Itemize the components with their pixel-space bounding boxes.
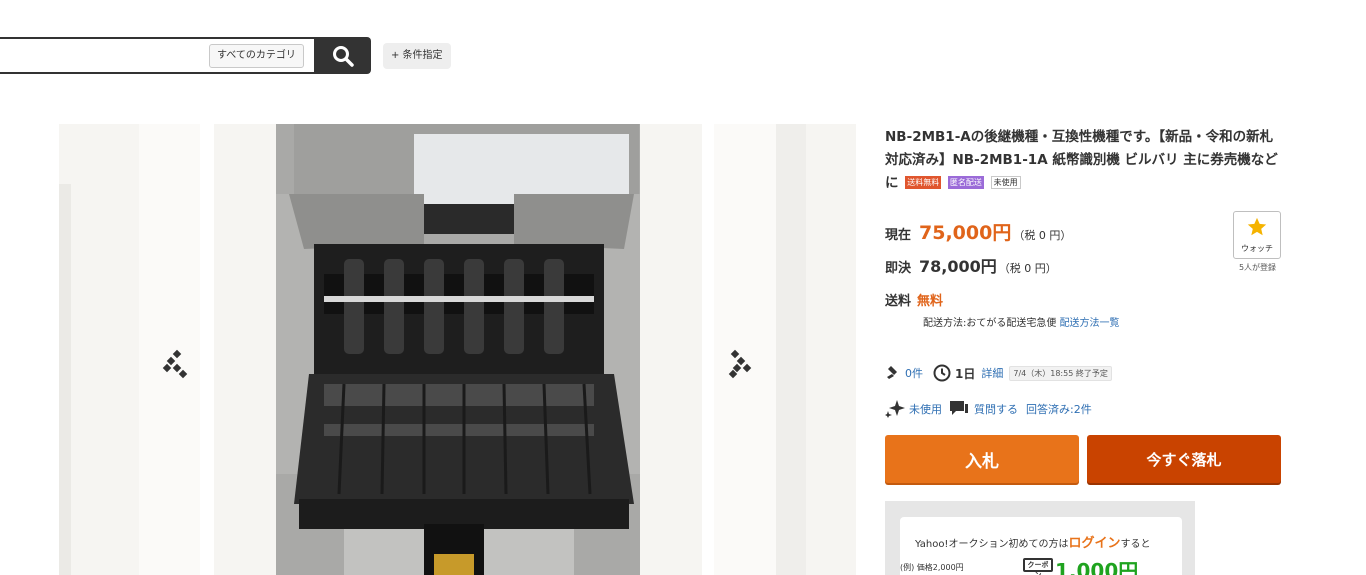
- sparkle-icon: [885, 400, 905, 418]
- free-shipping-badge: 送料無料: [905, 176, 942, 189]
- anonymous-shipping-badge: 匿名配送: [947, 176, 984, 189]
- coupon-amount: 1,000円: [1055, 559, 1139, 575]
- main-product-photo[interactable]: [214, 124, 702, 575]
- time-left: 1日: [955, 366, 976, 381]
- watch-button[interactable]: ウォッチ: [1233, 211, 1281, 259]
- details-link[interactable]: 詳細: [981, 365, 1003, 381]
- buyout-price-tax: （税 0 円）: [998, 262, 1057, 275]
- buyout-price: 78,000円: [919, 257, 997, 276]
- item-title-text: NB-2MB1-Aの後継機種・互換性機種です。【新品・令和の新札対応済み】NB-…: [885, 129, 1278, 191]
- magnifier-icon: [332, 45, 354, 67]
- item-title: NB-2MB1-Aの後継機種・互換性機種です。【新品・令和の新札対応済み】NB-…: [885, 126, 1285, 195]
- next-thumbnail: [776, 124, 856, 575]
- gallery-prev-panel[interactable]: [59, 124, 139, 575]
- category-select[interactable]: すべてのカテゴリ: [209, 44, 304, 68]
- question-link[interactable]: 質問する: [974, 401, 1018, 417]
- bid-time-row: 0件 1日 詳細 7/4（木）18:55 終了予定: [885, 364, 1112, 382]
- star-icon: [1247, 217, 1267, 236]
- coupon-text-after: すると: [1120, 539, 1151, 550]
- gallery-next-panel[interactable]: [776, 124, 856, 575]
- condition-question-row: 未使用 質問する 回答済み:2件: [885, 400, 1092, 418]
- end-time: 7/4（木）18:55 終了予定: [1009, 365, 1112, 381]
- coupon-text-before: Yahoo!オークション初めての方は: [915, 539, 1069, 550]
- bill-validator-image: [214, 124, 702, 575]
- condition-badge: 未使用: [990, 176, 1021, 189]
- chevron-right-icon[interactable]: [726, 345, 756, 385]
- shipping-row: 送料 無料: [885, 290, 943, 309]
- shipping-method-text: 配送方法:おてがる配送宅急便: [923, 318, 1057, 329]
- current-price-label: 現在: [885, 228, 912, 243]
- auction-page: すべてのカテゴリ + 条件指定 NB-2MB1-Aの後継機種・互換性機種です。【…: [0, 0, 1366, 575]
- gavel-icon: [887, 366, 897, 379]
- answered-count[interactable]: 回答済み:2件: [1026, 401, 1092, 417]
- bid-count[interactable]: 0件: [905, 365, 923, 381]
- shipping-method: 配送方法:おてがる配送宅急便 配送方法一覧: [923, 314, 1120, 329]
- current-price-tax: （税 0 円）: [1013, 229, 1072, 242]
- bid-button[interactable]: 入札: [885, 435, 1079, 483]
- coupon-tag: クーポン: [1023, 558, 1053, 575]
- chevron-left-icon[interactable]: [162, 345, 192, 385]
- coupon-message: Yahoo!オークション初めての方はログインすると: [915, 532, 1150, 551]
- clock-icon: [933, 364, 951, 382]
- current-price-row: 現在 75,000円 （税 0 円）: [885, 218, 1071, 245]
- buy-now-button[interactable]: 今すぐ落札: [1087, 435, 1281, 483]
- current-price: 75,000円: [919, 222, 1012, 244]
- chat-icon: [950, 401, 968, 415]
- buyout-price-row: 即決 78,000円 （税 0 円）: [885, 253, 1057, 277]
- watch-count: 5人が登録: [1238, 263, 1277, 272]
- buyout-price-label: 即決: [885, 261, 912, 276]
- search-button[interactable]: [314, 37, 371, 74]
- condition-button[interactable]: + 条件指定: [383, 43, 451, 69]
- shipping-value: 無料: [917, 294, 944, 309]
- prev-thumbnail: [59, 124, 139, 575]
- shipping-list-link[interactable]: 配送方法一覧: [1060, 318, 1120, 329]
- coupon-example: (例) 価格2,000円: [900, 563, 964, 572]
- condition-link[interactable]: 未使用: [909, 401, 942, 417]
- watch-label: ウォッチ: [1241, 244, 1273, 253]
- shipping-label: 送料: [885, 294, 912, 309]
- coupon-login-link[interactable]: ログイン: [1068, 536, 1120, 551]
